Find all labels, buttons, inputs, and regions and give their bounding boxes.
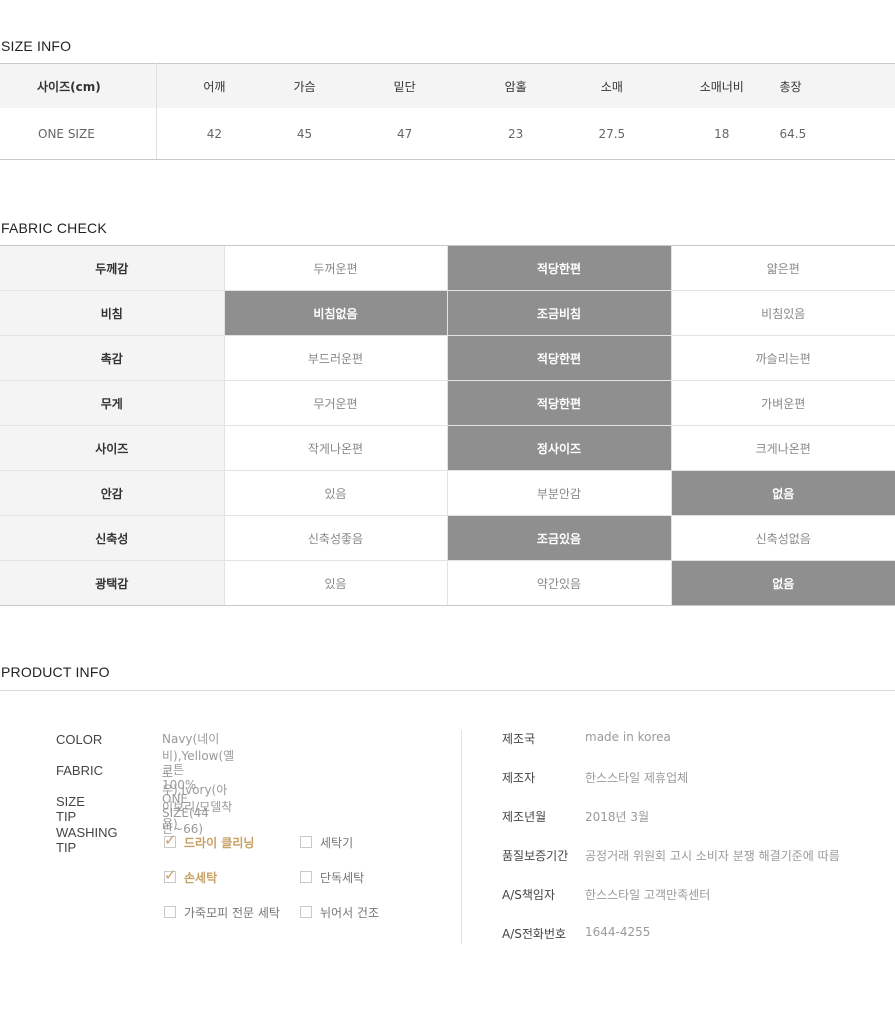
- size-table-header: 사이즈(cm) 어깨 가슴 밑단 암홀 소매 소매너비 총장: [0, 63, 895, 108]
- fabric-option: 있음: [223, 560, 447, 606]
- info-label: A/S전화번호: [502, 927, 567, 941]
- size-cell: 45: [271, 108, 338, 160]
- size-cell: ONE SIZE: [0, 108, 158, 160]
- vertical-divider: [461, 730, 462, 944]
- fabric-option-selected: 없음: [670, 470, 895, 516]
- size-info-title: SIZE INFO: [1, 38, 72, 54]
- fabric-option-selected: 조금비침: [446, 290, 671, 336]
- info-label: A/S책임자: [502, 888, 555, 902]
- size-col-header: 어깨: [156, 63, 272, 108]
- fabric-option-selected: 정사이즈: [446, 425, 671, 471]
- size-col-header: 소매너비: [664, 63, 780, 108]
- info-value: 한스스타일 제휴업체: [585, 771, 689, 785]
- fabric-row: 안감 있음 부분안감 없음: [0, 470, 895, 516]
- fabric-option: 비침있음: [670, 290, 895, 336]
- size-cell: 47: [337, 108, 472, 160]
- fabric-option-selected: 적당한편: [446, 380, 671, 426]
- fabric-option: 무거운편: [223, 380, 447, 426]
- fabric-option: 신축성없음: [670, 515, 895, 561]
- fabric-row-label: 안감: [0, 470, 224, 516]
- checkbox-icon: [300, 871, 312, 883]
- size-table: 사이즈(cm) 어깨 가슴 밑단 암홀 소매 소매너비 총장 ONE SIZE …: [0, 63, 895, 160]
- fabric-table: 두께감 두꺼운편 적당한편 얇은편 비침 비침없음 조금비침 비침있음 촉감 부드러운편 적당한편 까…: [0, 245, 895, 606]
- fabric-option: 가벼운편: [670, 380, 895, 426]
- info-value: 1644-4255: [585, 925, 651, 939]
- size-col-header: 가슴: [271, 63, 338, 108]
- size-tip-label: SIZE TIP: [56, 794, 85, 824]
- fabric-row-label: 무게: [0, 380, 224, 426]
- info-value: made in korea: [585, 730, 671, 744]
- fabric-option: 얇은편: [670, 245, 895, 291]
- fabric-option: 있음: [223, 470, 447, 516]
- fabric-option: 부드러운편: [223, 335, 447, 381]
- fabric-row-label: 두께감: [0, 245, 224, 291]
- info-label: 품질보증기간: [502, 849, 569, 863]
- size-cell: 18: [664, 108, 780, 160]
- size-col-header: 사이즈(cm): [0, 63, 158, 108]
- fabric-row: 두께감 두꺼운편 적당한편 얇은편: [0, 245, 895, 291]
- fabric-row: 광택감 있음 약간있음 없음: [0, 560, 895, 606]
- checkbox-icon: [300, 906, 312, 918]
- checkbox-icon: [164, 906, 176, 918]
- fabric-option: 신축성좋음: [223, 515, 447, 561]
- size-cell: 23: [471, 108, 560, 160]
- info-label: 제조국: [502, 732, 536, 746]
- checkbox-icon: [300, 836, 312, 848]
- fabric-option-selected: 비침없음: [223, 290, 447, 336]
- info-value: 공정거래 위원회 고시 소비자 분쟁 해결기준에 따름: [585, 849, 840, 863]
- fabric-option: 두꺼운편: [223, 245, 447, 291]
- info-label: 제조년월: [502, 810, 547, 824]
- washing-option: 세탁기: [300, 834, 353, 851]
- size-cell: 42: [156, 108, 272, 160]
- washing-tip-label: WASHING TIP: [56, 825, 118, 855]
- fabric-row: 신축성 신축성좋음 조금있음 신축성없음: [0, 515, 895, 561]
- size-col-header: 밑단: [337, 63, 472, 108]
- fabric-row-label: 사이즈: [0, 425, 224, 471]
- fabric-label: FABRIC: [56, 763, 103, 778]
- fabric-row: 비침 비침없음 조금비침 비침있음: [0, 290, 895, 336]
- check-icon: ✓: [164, 866, 177, 884]
- washing-option: 단독세탁: [300, 869, 364, 886]
- size-table-row: ONE SIZE 42 45 47 23 27.5 18 64.5: [0, 108, 895, 160]
- washing-option: 가죽모피 전문 세탁: [164, 904, 280, 921]
- washing-option: ✓ 손세탁: [164, 866, 218, 885]
- info-label: 제조자: [502, 771, 536, 785]
- check-icon: ✓: [164, 831, 177, 849]
- fabric-option: 약간있음: [446, 560, 671, 606]
- fabric-option-selected: 없음: [670, 560, 895, 606]
- fabric-row-label: 촉감: [0, 335, 224, 381]
- fabric-option: 까슬리는편: [670, 335, 895, 381]
- info-value: 한스스타일 고객만족센터: [585, 888, 711, 902]
- fabric-option-selected: 조금있음: [446, 515, 671, 561]
- size-col-header: 소매: [559, 63, 665, 108]
- size-cell: 64.5: [779, 108, 895, 160]
- size-col-header: 암홀: [471, 63, 560, 108]
- fabric-value: 코튼100%: [162, 763, 197, 792]
- fabric-option-selected: 적당한편: [446, 335, 671, 381]
- fabric-row-label: 신축성: [0, 515, 224, 561]
- washing-option: ✓ 드라이 클리닝: [164, 831, 255, 850]
- color-label: COLOR: [56, 732, 103, 747]
- fabric-option: 작게나온편: [223, 425, 447, 471]
- washing-option: 뉘어서 건조: [300, 904, 379, 921]
- info-value: 2018년 3월: [585, 810, 650, 824]
- product-info-title: PRODUCT INFO: [1, 664, 110, 680]
- fabric-row-label: 비침: [0, 290, 224, 336]
- checkbox-icon: ✓: [164, 866, 177, 884]
- fabric-option: 부분안감: [446, 470, 671, 516]
- fabric-option-selected: 적당한편: [446, 245, 671, 291]
- checkbox-icon: ✓: [164, 831, 177, 849]
- fabric-option: 크게나온편: [670, 425, 895, 471]
- fabric-check-title: FABRIC CHECK: [1, 220, 107, 236]
- divider: [0, 690, 895, 691]
- fabric-row: 촉감 부드러운편 적당한편 까슬리는편: [0, 335, 895, 381]
- fabric-row: 무게 무거운편 적당한편 가벼운편: [0, 380, 895, 426]
- fabric-row: 사이즈 작게나온편 정사이즈 크게나온편: [0, 425, 895, 471]
- size-cell: 27.5: [559, 108, 665, 160]
- size-col-header: 총장: [779, 63, 895, 108]
- fabric-row-label: 광택감: [0, 560, 224, 606]
